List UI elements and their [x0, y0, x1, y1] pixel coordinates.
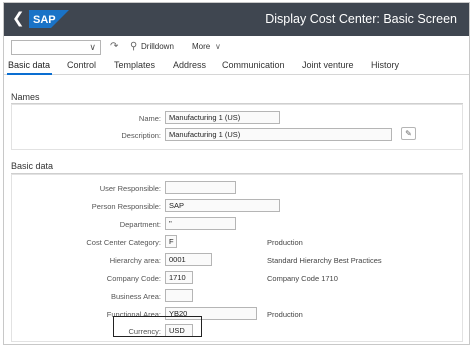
description-field[interactable]: Manufacturing 1 (US): [165, 128, 392, 141]
chevron-down-icon: ∨: [215, 42, 221, 51]
chevron-left-icon[interactable]: ❮: [12, 11, 26, 27]
company-code-field[interactable]: 1710: [165, 271, 193, 284]
business-area-field[interactable]: [165, 289, 193, 302]
hierarchy-area-description: Standard Hierarchy Best Practices: [267, 256, 382, 265]
department-label: Department:: [119, 220, 161, 229]
tab-address[interactable]: Address: [173, 60, 206, 70]
currency-highlight-box: [113, 316, 202, 337]
business-area-label: Business Area:: [110, 292, 161, 301]
more-button[interactable]: More: [192, 42, 210, 51]
hierarchy-area-label: Hierarchy area:: [109, 256, 161, 265]
cost-center-category-field[interactable]: F: [165, 235, 177, 248]
basic-data-section-header: Basic data: [11, 161, 54, 171]
tab-templates[interactable]: Templates: [114, 60, 155, 70]
drilldown-button[interactable]: Drilldown: [141, 42, 174, 51]
person-responsible-field[interactable]: SAP: [165, 199, 280, 212]
tab-communication[interactable]: Communication: [222, 60, 285, 70]
cost-center-category-label: Cost Center Category:: [86, 238, 161, 247]
toolbar: ∨ ↷ ⚲ Drilldown More ∨: [4, 36, 469, 58]
sap-logo: SAP: [29, 10, 69, 28]
page-title: Display Cost Center: Basic Screen: [265, 12, 457, 26]
cost-center-category-description: Production: [267, 238, 303, 247]
app-window: ❮ SAP Display Cost Center: Basic Screen …: [3, 2, 470, 345]
shell-bar: ❮ SAP Display Cost Center: Basic Screen: [4, 3, 469, 36]
company-code-description: Company Code 1710: [267, 274, 338, 283]
functional-area-description: Production: [267, 310, 303, 319]
user-responsible-label: User Responsible:: [99, 184, 161, 193]
search-icon: ⚲: [130, 41, 138, 52]
active-tab-indicator: [7, 73, 52, 75]
tab-bar: Basic data Control Templates Address Com…: [4, 58, 469, 75]
user-responsible-field[interactable]: [165, 181, 236, 194]
description-label: Description:: [121, 131, 161, 140]
company-code-label: Company Code:: [106, 274, 161, 283]
person-responsible-label: Person Responsible:: [91, 202, 161, 211]
name-field[interactable]: Manufacturing 1 (US): [165, 111, 280, 124]
names-section-header: Names: [11, 92, 40, 102]
department-field[interactable]: '': [165, 217, 236, 230]
variant-select[interactable]: ∨: [11, 40, 101, 55]
edit-icon[interactable]: ✎: [401, 127, 416, 140]
tab-history[interactable]: History: [371, 60, 399, 70]
hierarchy-area-field[interactable]: 0001: [165, 253, 212, 266]
tab-joint-venture[interactable]: Joint venture: [302, 60, 354, 70]
name-label: Name:: [138, 114, 161, 123]
export-icon[interactable]: ↷: [110, 41, 118, 52]
tab-basic-data[interactable]: Basic data: [8, 60, 50, 70]
tab-control[interactable]: Control: [67, 60, 96, 70]
chevron-down-icon: ∨: [89, 42, 96, 52]
logo-text: SAP: [33, 14, 56, 26]
